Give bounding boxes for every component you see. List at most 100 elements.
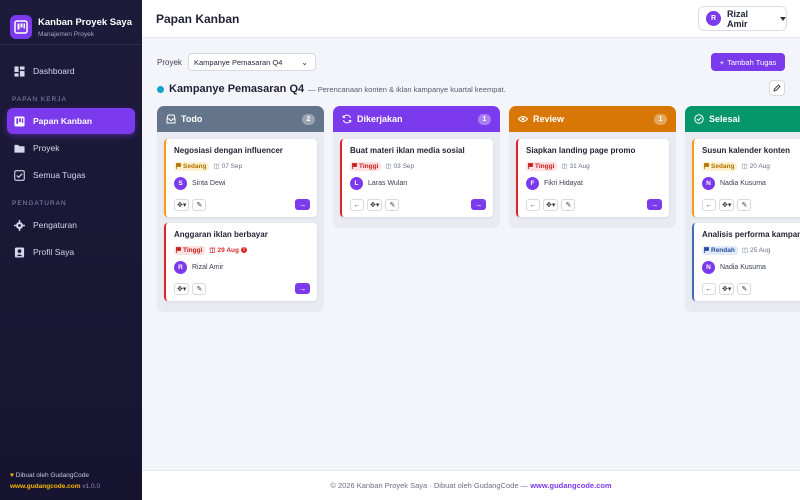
edit-task-button[interactable]: ✎ xyxy=(561,199,576,211)
top-header: Papan Kanban R Rizal Amir xyxy=(142,0,800,38)
brand-subtitle: Manajemen Proyek xyxy=(38,30,94,38)
calendar-icon: ◫ xyxy=(561,163,568,170)
priority-label: Sedang xyxy=(183,162,207,170)
task-card[interactable]: Buat materi iklan media sosial Tinggi ◫ 0… xyxy=(340,139,493,217)
task-card[interactable]: Negosiasi dengan influencer Sedang ◫ 07 S… xyxy=(164,139,317,217)
priority-badge: Sedang xyxy=(702,161,738,171)
move-icon: ✥▾ xyxy=(370,202,380,209)
move-menu-button[interactable]: ✥▾ xyxy=(719,283,735,295)
toolbar: Proyek Kampanye Pemasaran Q4 ⌄ + Tambah … xyxy=(157,53,785,71)
move-prev-button[interactable]: ← xyxy=(350,199,364,211)
eye-icon xyxy=(518,116,528,122)
arrow-right-icon: → xyxy=(298,284,307,293)
task-title: Negosiasi dengan influencer xyxy=(174,146,283,155)
task-title: Anggaran iklan berbayar xyxy=(174,230,268,239)
pencil-icon: ✎ xyxy=(389,202,396,209)
sidebar-item-profil[interactable]: Profil Saya xyxy=(7,239,135,265)
sidebar-item-semua-tugas[interactable]: Semua Tugas xyxy=(7,162,135,188)
edit-task-button[interactable]: ✎ xyxy=(192,283,207,295)
task-card[interactable]: Susun kalender konten Sedang ◫ 20 Aug N N… xyxy=(692,139,800,217)
move-menu-button[interactable]: ✥▾ xyxy=(719,199,735,211)
pencil-icon: ✎ xyxy=(565,202,572,209)
due-date-text: 25 Aug xyxy=(750,246,771,254)
due-date: ◫ 03 Sep xyxy=(385,162,415,171)
arrow-right-icon: → xyxy=(474,200,483,209)
kanban-board: Todo 2 Negosiasi dengan influencer Sedan… xyxy=(157,106,800,470)
move-icon: ✥▾ xyxy=(722,286,732,293)
move-prev-button[interactable]: ← xyxy=(702,283,716,295)
edit-task-button[interactable]: ✎ xyxy=(385,199,400,211)
move-next-button[interactable]: → xyxy=(647,199,662,210)
move-menu-button[interactable]: ✥▾ xyxy=(174,283,190,295)
footer-link[interactable]: www.gudangcode.com xyxy=(530,481,611,490)
task-card[interactable]: Analisis performa kampanye Rendah ◫25 Au… xyxy=(692,223,800,301)
move-prev-button[interactable]: ← xyxy=(702,199,716,211)
column-title: Todo xyxy=(181,114,203,124)
calendar-icon: ◫ xyxy=(741,163,748,170)
arrow-left-icon: ← xyxy=(353,201,361,209)
due-date-text: 29 Aug xyxy=(217,246,239,254)
sidebar-item-dashboard[interactable]: Dashboard xyxy=(7,58,135,84)
assignee-name: Fikri Hidayat xyxy=(544,180,583,187)
sidebar-footer-link[interactable]: www.gudangcode.com xyxy=(10,483,81,490)
move-menu-button[interactable]: ✥▾ xyxy=(543,199,559,211)
edit-project-button[interactable] xyxy=(769,80,785,96)
page-title: Papan Kanban xyxy=(156,12,240,26)
flag-icon xyxy=(176,163,181,169)
project-name: Kampanye Pemasaran Q4 xyxy=(169,83,305,95)
calendar-icon: ◫ xyxy=(209,247,216,254)
column-header: Review 1 xyxy=(509,106,676,132)
folder-icon xyxy=(14,144,25,153)
move-menu-button[interactable]: ✥▾ xyxy=(367,199,383,211)
move-menu-button[interactable]: ✥▾ xyxy=(174,199,190,211)
sidebar-item-label: Papan Kanban xyxy=(33,116,93,126)
add-task-button[interactable]: + Tambah Tugas xyxy=(711,53,785,71)
arrow-left-icon: ← xyxy=(529,201,537,209)
inbox-icon xyxy=(166,114,176,124)
project-select[interactable]: Kampanye Pemasaran Q4 ⌄ xyxy=(188,53,316,71)
priority-badge: Tinggi xyxy=(350,161,382,171)
project-select-value: Kampanye Pemasaran Q4 xyxy=(194,58,283,67)
task-title: Buat materi iklan media sosial xyxy=(350,146,465,155)
brand-title: Kanban Proyek Saya xyxy=(38,16,132,28)
flag-icon xyxy=(704,163,709,169)
move-prev-button[interactable]: ← xyxy=(526,199,540,211)
checklist-icon xyxy=(14,169,25,181)
calendar-icon: ◫ xyxy=(213,163,220,170)
task-title: Susun kalender konten xyxy=(702,146,791,155)
section-label-settings: PENGATURAN xyxy=(12,200,67,207)
user-menu-button[interactable]: R Rizal Amir xyxy=(698,6,787,31)
column-todo: Todo 2 Negosiasi dengan influencer Sedan… xyxy=(157,106,324,312)
calendar-icon: ◫ xyxy=(385,163,392,170)
task-title: Siapkan landing page promo xyxy=(526,146,636,155)
sidebar-item-kanban[interactable]: Papan Kanban xyxy=(7,108,135,134)
edit-task-button[interactable]: ✎ xyxy=(737,283,752,295)
move-next-button[interactable]: → xyxy=(295,199,310,210)
move-next-button[interactable]: → xyxy=(295,283,310,294)
calendar-icon: ◫ xyxy=(741,247,748,254)
priority-badge: Tinggi xyxy=(526,161,558,171)
sidebar-item-proyek[interactable]: Proyek xyxy=(7,135,135,161)
task-card[interactable]: Siapkan landing page promo Tinggi ◫ 31 Au… xyxy=(516,139,669,217)
kanban-icon xyxy=(14,115,25,127)
assignee-name: Laras Wulan xyxy=(368,180,408,187)
column-header: Dikerjakan 1 xyxy=(333,106,500,132)
arrow-right-icon: → xyxy=(298,200,307,209)
move-icon: ✥▾ xyxy=(177,286,187,293)
sidebar-item-pengaturan[interactable]: Pengaturan xyxy=(7,212,135,238)
caret-down-icon xyxy=(780,16,786,21)
edit-task-button[interactable]: ✎ xyxy=(192,199,207,211)
task-card[interactable]: Anggaran iklan berbayar Tinggi ◫ 29 Aug! … xyxy=(164,223,317,301)
profile-icon xyxy=(14,246,25,258)
edit-task-button[interactable]: ✎ xyxy=(737,199,752,211)
avatar: L xyxy=(350,177,363,190)
app-version: v1.0.0 xyxy=(82,483,101,490)
avatar: F xyxy=(526,177,539,190)
due-date-text: 03 Sep xyxy=(393,162,415,170)
gear-icon xyxy=(14,219,25,231)
arrow-left-icon: ← xyxy=(705,201,713,209)
project-description: — Perencanaan konten & iklan kampanye ku… xyxy=(308,84,506,94)
footer-text: © 2026 Kanban Proyek Saya · Dibuat oleh … xyxy=(330,481,531,490)
move-next-button[interactable]: → xyxy=(471,199,486,210)
priority-badge: Rendah xyxy=(702,245,738,255)
